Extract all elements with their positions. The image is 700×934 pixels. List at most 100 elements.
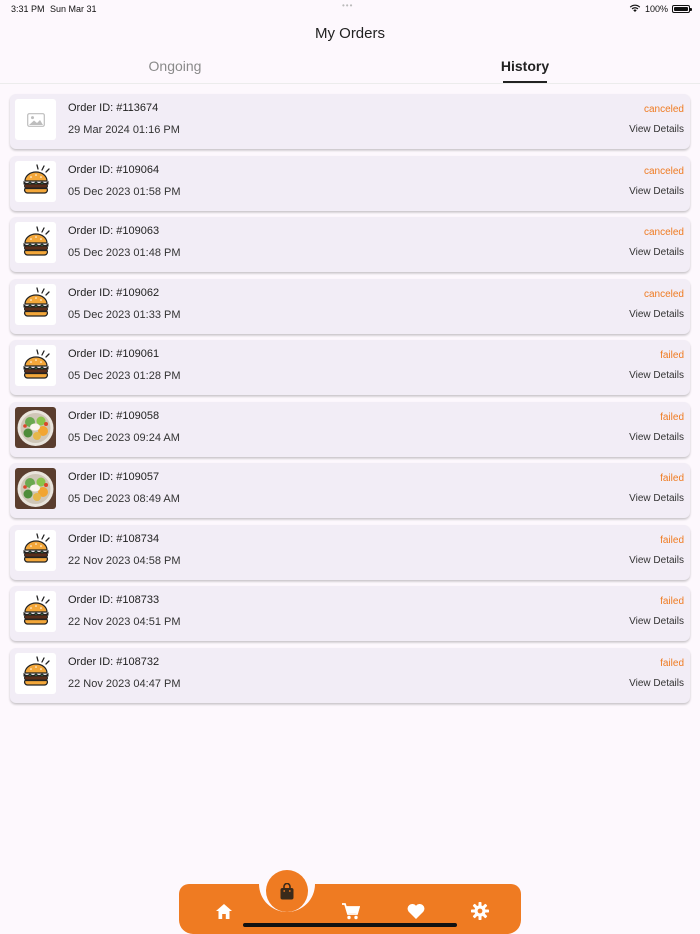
order-id-value: #109062	[116, 286, 160, 299]
order-id-label: Order ID:	[68, 286, 114, 299]
burger-icon	[15, 283, 56, 325]
order-datetime: 22 Nov 2023 04:47 PM	[68, 677, 181, 690]
order-card[interactable]: Order ID: #109061 05 Dec 2023 01:28 PM fa…	[10, 340, 690, 395]
order-card[interactable]: Order ID: #109062 05 Dec 2023 01:33 PM ca…	[10, 278, 690, 334]
order-id: Order ID: #109061	[68, 348, 159, 360]
battery-icon	[672, 4, 692, 13]
order-datetime: 05 Dec 2023 08:49 AM	[68, 493, 180, 505]
status-right: 100%	[629, 3, 692, 14]
order-id: Order ID: #108734	[68, 533, 159, 545]
order-card[interactable]: Order ID: #108733 22 Nov 2023 04:51 PM fa…	[10, 586, 690, 641]
placeholder-image-icon	[15, 99, 56, 140]
tab-bar: Ongoing History	[0, 52, 700, 84]
order-id-label: Order ID:	[68, 471, 114, 483]
order-list: Order ID: #113674 29 Mar 2024 01:16 PM ca…	[10, 94, 690, 709]
view-details-link[interactable]: View Details	[629, 124, 684, 135]
view-details-link[interactable]: View Details	[629, 309, 684, 320]
order-status-badge: failed	[660, 350, 684, 361]
view-details-link[interactable]: View Details	[629, 432, 684, 443]
order-card[interactable]: Order ID: #109057 05 Dec 2023 08:49 AM fa…	[10, 463, 690, 518]
status-date: Sun Mar 31	[50, 4, 97, 14]
order-datetime: 05 Dec 2023 01:58 PM	[68, 185, 181, 198]
order-card[interactable]: Order ID: #108732 22 Nov 2023 04:47 PM fa…	[10, 647, 690, 703]
order-id-label: Order ID:	[68, 409, 114, 422]
heart-icon[interactable]	[406, 901, 426, 921]
order-id: Order ID: #109057	[68, 471, 159, 483]
home-indicator[interactable]	[243, 923, 457, 927]
order-datetime: 22 Nov 2023 04:51 PM	[68, 616, 181, 628]
order-card[interactable]: Order ID: #108734 22 Nov 2023 04:58 PM fa…	[10, 524, 690, 580]
order-status-badge: failed	[660, 411, 684, 423]
view-details-link[interactable]: View Details	[629, 555, 684, 566]
order-id-value: #108733	[116, 594, 160, 606]
order-status-badge: canceled	[643, 104, 684, 115]
gear-icon[interactable]	[470, 901, 490, 921]
order-id: Order ID: #109063	[68, 225, 159, 237]
order-id-label: Order ID:	[68, 348, 114, 360]
burger-icon	[15, 652, 56, 694]
view-details-link[interactable]: View Details	[629, 247, 684, 258]
order-status-badge: canceled	[643, 227, 684, 238]
order-datetime: 05 Dec 2023 09:24 AM	[68, 431, 180, 444]
order-id-label: Order ID:	[68, 532, 114, 545]
burger-icon	[15, 591, 56, 632]
order-id-label: Order ID:	[68, 102, 114, 114]
order-status-badge: failed	[660, 473, 684, 484]
order-id-value: #108734	[116, 532, 160, 545]
cart-icon[interactable]	[341, 901, 361, 921]
order-id-value: #108732	[116, 655, 160, 668]
shopping-bag-icon[interactable]	[266, 870, 308, 912]
order-id-label: Order ID:	[68, 225, 114, 237]
order-datetime: 29 Mar 2024 01:16 PM	[68, 124, 180, 136]
order-id: Order ID: #113674	[68, 102, 158, 114]
order-card[interactable]: Order ID: #109063 05 Dec 2023 01:48 PM ca…	[10, 217, 690, 272]
order-id-value: #109064	[116, 163, 160, 176]
order-id-value: #109057	[116, 471, 160, 483]
order-datetime: 05 Dec 2023 01:33 PM	[68, 308, 181, 321]
order-id-label: Order ID:	[68, 163, 114, 176]
home-icon[interactable]	[214, 901, 234, 921]
order-card[interactable]: Order ID: #113674 29 Mar 2024 01:16 PM ca…	[10, 94, 690, 149]
wifi-icon	[629, 3, 641, 14]
burger-icon	[15, 529, 56, 571]
tab-ongoing[interactable]: Ongoing	[0, 58, 350, 74]
active-tab-indicator	[503, 81, 547, 83]
order-card[interactable]: Order ID: #109064 05 Dec 2023 01:58 PM ca…	[10, 155, 690, 211]
battery-fill	[674, 6, 688, 11]
order-status-badge: failed	[660, 534, 684, 546]
order-id: Order ID: #109062	[68, 287, 159, 299]
salad-bowl-photo	[15, 406, 56, 448]
order-status-badge: canceled	[643, 165, 684, 177]
order-id-value: #113674	[116, 102, 159, 114]
order-id-label: Order ID:	[68, 655, 114, 668]
order-id-value: #109058	[116, 409, 160, 422]
view-details-link[interactable]: View Details	[629, 678, 684, 689]
order-id: Order ID: #109064	[68, 164, 159, 176]
view-details-link[interactable]: View Details	[629, 616, 684, 627]
order-id: Order ID: #108732	[68, 656, 159, 668]
burger-icon	[15, 222, 56, 263]
order-status-badge: failed	[660, 657, 684, 669]
order-status-badge: canceled	[643, 288, 684, 300]
multitasking-dots[interactable]: •••	[342, 1, 353, 10]
order-id-label: Order ID:	[68, 594, 114, 606]
order-datetime: 22 Nov 2023 04:58 PM	[68, 554, 181, 567]
order-id-value: #109061	[116, 348, 160, 360]
view-details-link[interactable]: View Details	[629, 493, 684, 504]
battery-percent: 100%	[644, 3, 668, 14]
salad-bowl-photo	[15, 468, 56, 509]
order-id: Order ID: #108733	[68, 594, 159, 606]
order-status-badge: failed	[660, 596, 684, 607]
order-datetime: 05 Dec 2023 01:28 PM	[68, 370, 181, 382]
burger-icon	[15, 160, 56, 202]
status-bar: 3:31 PM Sun Mar 31 ••• 100%	[0, 0, 700, 18]
burger-icon	[15, 345, 56, 386]
order-card[interactable]: Order ID: #109058 05 Dec 2023 09:24 AM fa…	[10, 401, 690, 457]
view-details-link[interactable]: View Details	[629, 186, 684, 197]
order-datetime: 05 Dec 2023 01:48 PM	[68, 247, 181, 259]
tab-history[interactable]: History	[350, 58, 700, 74]
view-details-link[interactable]: View Details	[629, 370, 684, 381]
status-time: 3:31 PM	[11, 4, 45, 14]
order-id: Order ID: #109058	[68, 410, 159, 422]
page-title: My Orders	[314, 25, 385, 42]
